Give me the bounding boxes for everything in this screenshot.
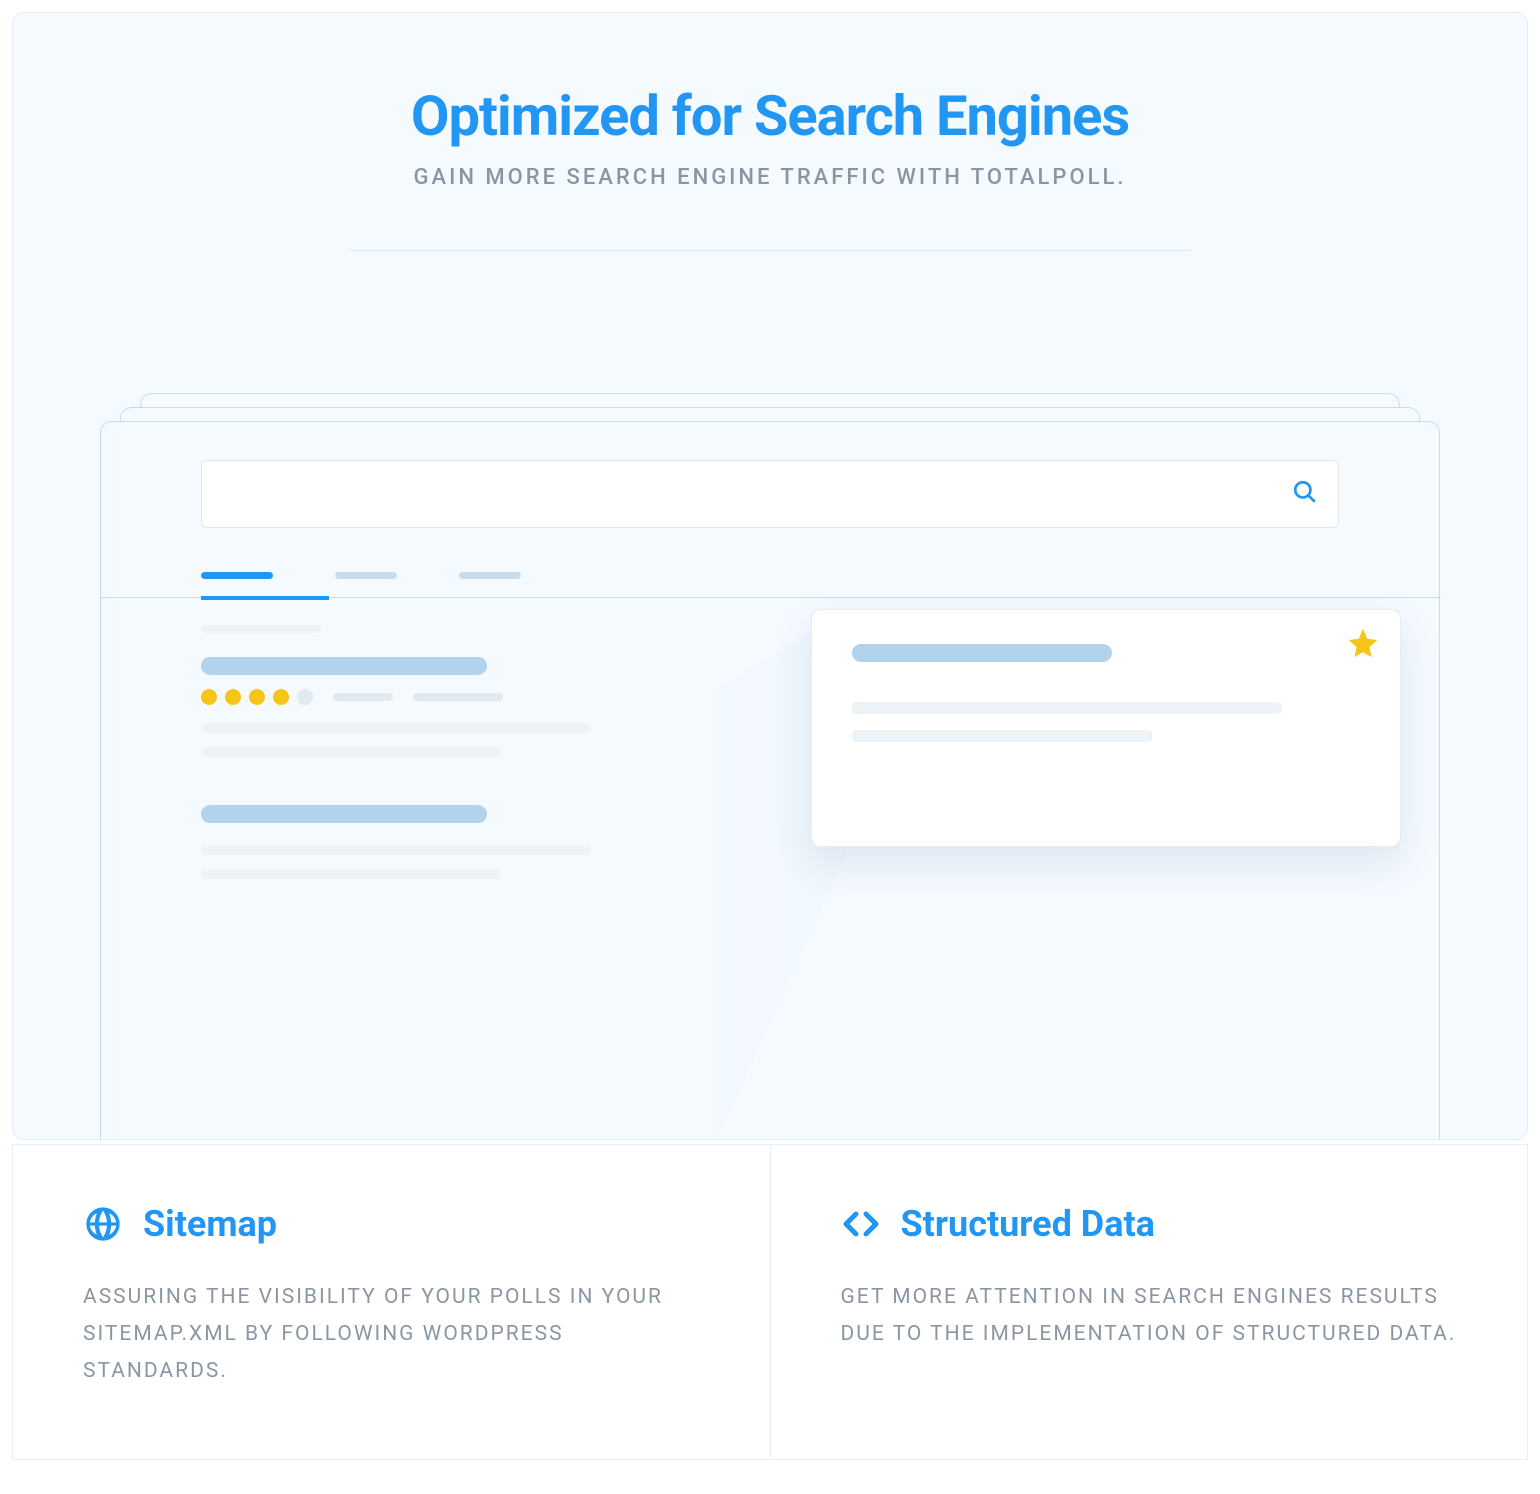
tab-inactive-2 xyxy=(459,572,521,579)
code-icon xyxy=(841,1204,881,1244)
feature-structured-data: Structured Data GET MORE ATTENTION IN SE… xyxy=(770,1144,1529,1460)
rating-dot-empty xyxy=(297,689,313,705)
featured-result-callout xyxy=(811,609,1401,847)
feature-sitemap: Sitemap ASSURING THE VISIBILITY OF YOUR … xyxy=(12,1144,770,1460)
globe-icon xyxy=(83,1204,123,1244)
rating-meta-bar xyxy=(333,693,393,701)
rating-dot-filled xyxy=(273,689,289,705)
results-tabs xyxy=(201,572,1339,579)
search-bar xyxy=(201,460,1339,528)
hero-card: Optimized for Search Engines GAIN MORE S… xyxy=(12,12,1528,1140)
tab-inactive-1 xyxy=(335,572,397,579)
content-area xyxy=(101,597,1439,879)
feature-title: Sitemap xyxy=(143,1203,277,1245)
divider xyxy=(350,250,1190,251)
hero-subtitle: GAIN MORE SEARCH ENGINE TRAFFIC WITH TOT… xyxy=(53,165,1487,190)
callout-line xyxy=(852,730,1152,742)
search-icon xyxy=(1292,479,1318,509)
rating-meta-bar xyxy=(413,693,503,701)
callout-line xyxy=(852,702,1282,714)
rating-dot-filled xyxy=(249,689,265,705)
callout-title-bar xyxy=(852,644,1112,662)
feature-title: Structured Data xyxy=(901,1203,1155,1245)
feature-description: GET MORE ATTENTION IN SEARCH ENGINES RES… xyxy=(841,1279,1458,1353)
rating-dot-filled xyxy=(225,689,241,705)
browser-window-front xyxy=(100,421,1440,1140)
tab-active xyxy=(201,572,273,579)
feature-description: ASSURING THE VISIBILITY OF YOUR POLLS IN… xyxy=(83,1279,700,1389)
active-tab-indicator xyxy=(201,596,329,600)
star-icon xyxy=(1346,626,1380,664)
hero-title: Optimized for Search Engines xyxy=(53,83,1487,149)
hero-section: Optimized for Search Engines GAIN MORE S… xyxy=(13,13,1527,251)
features-row: Sitemap ASSURING THE VISIBILITY OF YOUR … xyxy=(12,1144,1528,1460)
rating-dot-filled xyxy=(201,689,217,705)
